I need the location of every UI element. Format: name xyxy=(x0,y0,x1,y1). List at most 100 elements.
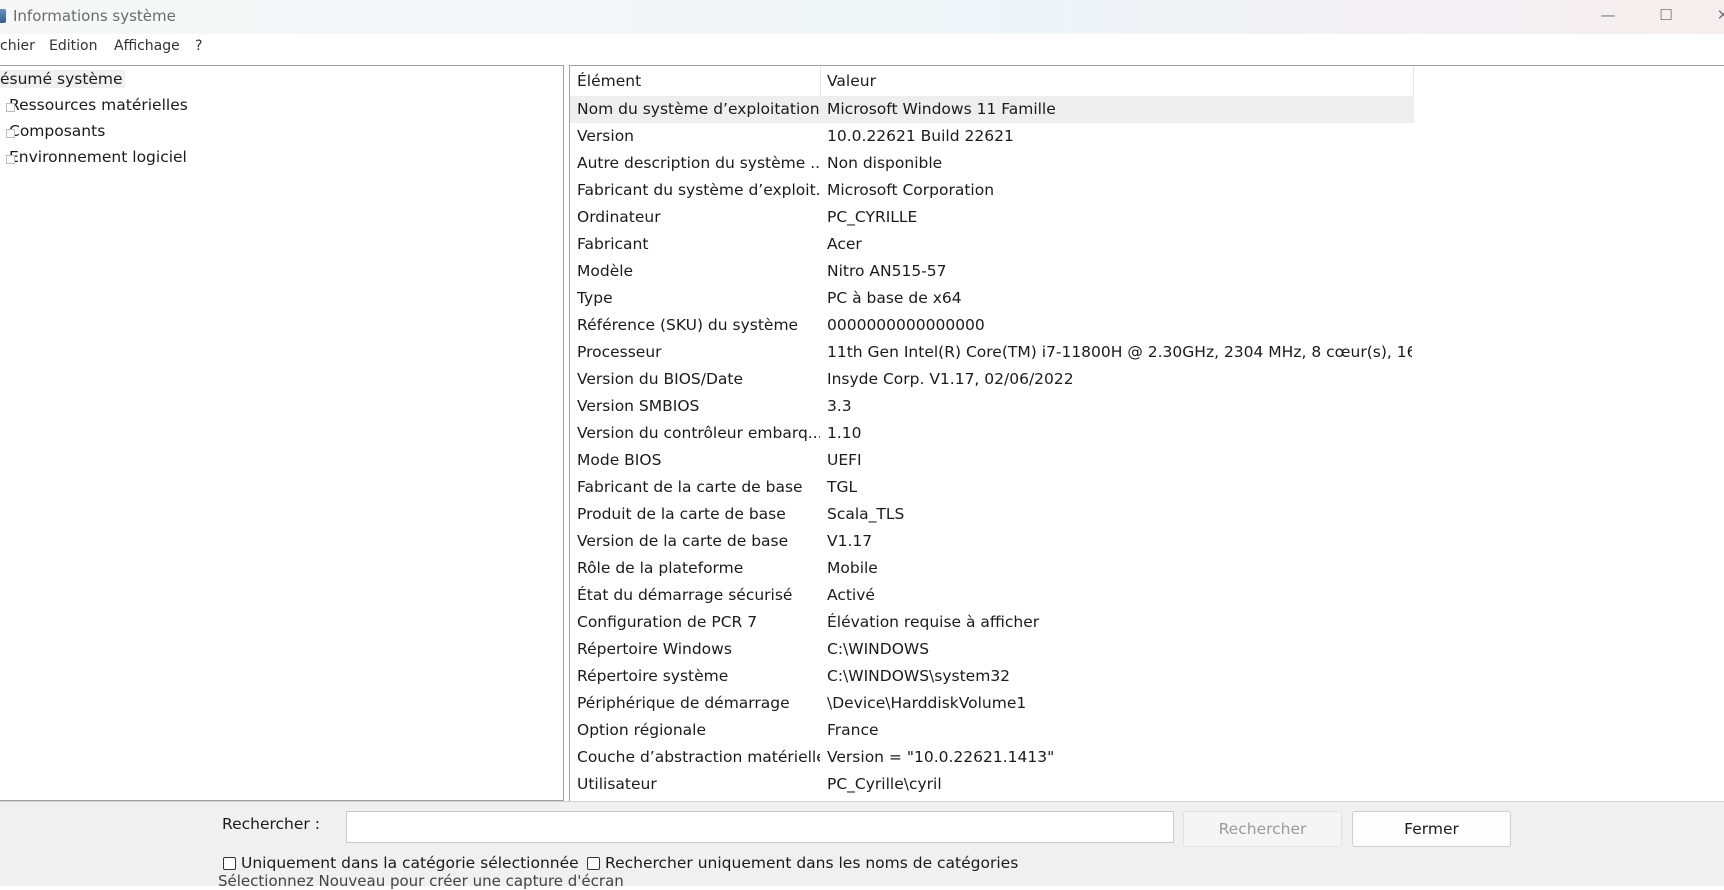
row-value-cell: Scala_TLS xyxy=(827,505,905,523)
table-row[interactable]: Couche d’abstraction matérielle Version =… xyxy=(570,744,1414,771)
row-value-cell: 3.3 xyxy=(827,397,852,415)
table-row[interactable]: Rôle de la plateforme Mobile xyxy=(570,555,1414,582)
row-element-cell: Ordinateur xyxy=(577,208,661,226)
row-element-cell: Utilisateur xyxy=(577,775,657,793)
expand-icon[interactable] xyxy=(6,103,15,112)
column-header-value[interactable]: Valeur xyxy=(827,72,876,90)
list-header: Élément Valeur xyxy=(570,66,1414,97)
minimize-button[interactable]: — xyxy=(1585,0,1631,30)
row-element-cell: Périphérique de démarrage xyxy=(577,694,790,712)
option-selected-category[interactable]: Uniquement dans la catégorie sélectionné… xyxy=(223,854,579,872)
tree-item-label: Ressources matérielles xyxy=(9,96,188,114)
table-row[interactable]: Périphérique de démarrage \Device\Harddis… xyxy=(570,690,1414,717)
row-value-cell: C:\WINDOWS\system32 xyxy=(827,667,1011,685)
expand-icon[interactable] xyxy=(6,155,15,164)
row-element-cell: Mode BIOS xyxy=(577,451,662,469)
row-value-cell: 10.0.22621 Build 22621 xyxy=(827,127,1014,145)
background-window-text: Sélectionnez Nouveau pour créer une capt… xyxy=(218,872,624,890)
menu-bar: chier Edition Affichage ? xyxy=(0,34,1724,58)
menu-affichage[interactable]: Affichage xyxy=(114,38,180,54)
row-element-cell: Version xyxy=(577,127,634,145)
table-row[interactable]: Processeur 11th Gen Intel(R) Core(TM) i7-… xyxy=(570,339,1414,366)
row-element-cell: Processeur xyxy=(577,343,662,361)
search-input[interactable] xyxy=(346,811,1174,843)
table-row[interactable]: Configuration de PCR 7 Élévation requise … xyxy=(570,609,1414,636)
tree-item-components[interactable]: Composants xyxy=(6,122,106,140)
row-element-cell: Type xyxy=(577,289,613,307)
table-row[interactable]: Référence (SKU) du système 00000000000000… xyxy=(570,312,1414,339)
row-value-cell: Version = "10.0.22621.1413" xyxy=(827,748,1055,766)
row-value-cell: Mobile xyxy=(827,559,878,577)
row-element-cell: Répertoire système xyxy=(577,667,729,685)
category-tree[interactable]: ésumé système Ressources matérielles Com… xyxy=(0,65,564,801)
row-element-cell: État du démarrage sécurisé xyxy=(577,586,793,604)
row-value-cell: Microsoft Windows 11 Famille xyxy=(827,100,1056,118)
row-element-cell: Nom du système d’exploitation xyxy=(577,100,820,118)
tree-item-system-summary[interactable]: ésumé système xyxy=(0,70,125,88)
tree-item-label: Composants xyxy=(9,122,106,140)
row-value-cell: C:\WINDOWS xyxy=(827,640,930,658)
table-row[interactable]: Mode BIOS UEFI xyxy=(570,447,1414,474)
table-row[interactable]: Version de la carte de base V1.17 xyxy=(570,528,1414,555)
row-value-cell: Microsoft Corporation xyxy=(827,181,995,199)
menu-fichier[interactable]: chier xyxy=(0,38,35,54)
option-category-names[interactable]: Rechercher uniquement dans les noms de c… xyxy=(587,854,1018,872)
tree-item-software-environment[interactable]: Environnement logiciel xyxy=(6,148,187,166)
row-value-cell: Activé xyxy=(827,586,875,604)
table-row[interactable]: État du démarrage sécurisé Activé xyxy=(570,582,1414,609)
table-row[interactable]: Modèle Nitro AN515-57 xyxy=(570,258,1414,285)
row-element-cell: Version du contrôleur embarq... xyxy=(577,424,820,442)
row-element-cell: Répertoire Windows xyxy=(577,640,732,658)
search-button[interactable]: Rechercher xyxy=(1183,811,1342,847)
table-row[interactable]: Utilisateur PC_Cyrille\cyril xyxy=(570,771,1414,798)
close-button[interactable]: Fermer xyxy=(1352,811,1511,847)
row-element-cell: Fabricant xyxy=(577,235,649,253)
tree-item-hardware-resources[interactable]: Ressources matérielles xyxy=(6,96,188,114)
row-element-cell: Produit de la carte de base xyxy=(577,505,786,523)
column-divider[interactable] xyxy=(820,66,821,96)
table-row[interactable]: Option régionale France xyxy=(570,717,1414,744)
column-divider[interactable] xyxy=(1413,66,1414,96)
row-element-cell: Configuration de PCR 7 xyxy=(577,613,758,631)
table-row[interactable]: Fabricant Acer xyxy=(570,231,1414,258)
table-row[interactable]: Autre description du système ... Non disp… xyxy=(570,150,1414,177)
menu-edition[interactable]: Edition xyxy=(49,38,97,54)
row-element-cell: Version SMBIOS xyxy=(577,397,700,415)
table-row[interactable]: Produit de la carte de base Scala_TLS xyxy=(570,501,1414,528)
table-row[interactable]: Type PC à base de x64 xyxy=(570,285,1414,312)
row-value-cell: V1.17 xyxy=(827,532,873,550)
row-value-cell: Nitro AN515-57 xyxy=(827,262,947,280)
table-row[interactable]: Version du contrôleur embarq... 1.10 xyxy=(570,420,1414,447)
table-row[interactable]: Répertoire Windows C:\WINDOWS xyxy=(570,636,1414,663)
row-value-cell: 1.10 xyxy=(827,424,862,442)
row-value-cell: PC_Cyrille\cyril xyxy=(827,775,942,793)
details-list[interactable]: Élément Valeur Nom du système d’exploita… xyxy=(569,65,1724,801)
row-element-cell: Rôle de la plateforme xyxy=(577,559,744,577)
row-value-cell: France xyxy=(827,721,879,739)
row-element-cell: Fabricant de la carte de base xyxy=(577,478,803,496)
table-row[interactable]: Version SMBIOS 3.3 xyxy=(570,393,1414,420)
close-window-button[interactable]: ✕ xyxy=(1700,0,1724,30)
table-row[interactable]: Version 10.0.22621 Build 22621 xyxy=(570,123,1414,150)
search-label: Rechercher : xyxy=(222,815,320,833)
table-row[interactable]: Répertoire système C:\WINDOWS\system32 xyxy=(570,663,1414,690)
row-value-cell: 0000000000000000 xyxy=(827,316,985,334)
row-value-cell: Acer xyxy=(827,235,862,253)
row-element-cell: Référence (SKU) du système xyxy=(577,316,799,334)
maximize-button[interactable]: ☐ xyxy=(1643,0,1689,30)
column-header-element[interactable]: Élément xyxy=(577,72,641,90)
row-value-cell: Élévation requise à afficher xyxy=(827,613,1040,631)
table-row[interactable]: Fabricant du système d’exploit... Microso… xyxy=(570,177,1414,204)
checkbox[interactable] xyxy=(587,856,600,870)
checkbox[interactable] xyxy=(223,856,236,870)
row-value-cell: PC_CYRILLE xyxy=(827,208,918,226)
row-element-cell: Couche d’abstraction matérielle xyxy=(577,748,820,766)
window-title: Informations système xyxy=(13,7,176,25)
table-row[interactable]: Fabricant de la carte de base TGL xyxy=(570,474,1414,501)
row-value-cell: Insyde Corp. V1.17, 02/06/2022 xyxy=(827,370,1074,388)
table-row[interactable]: Ordinateur PC_CYRILLE xyxy=(570,204,1414,231)
table-row[interactable]: Version du BIOS/Date Insyde Corp. V1.17, … xyxy=(570,366,1414,393)
expand-icon[interactable] xyxy=(6,129,15,138)
table-row[interactable]: Nom du système d’exploitation Microsoft W… xyxy=(570,96,1414,123)
menu-help[interactable]: ? xyxy=(195,38,202,54)
